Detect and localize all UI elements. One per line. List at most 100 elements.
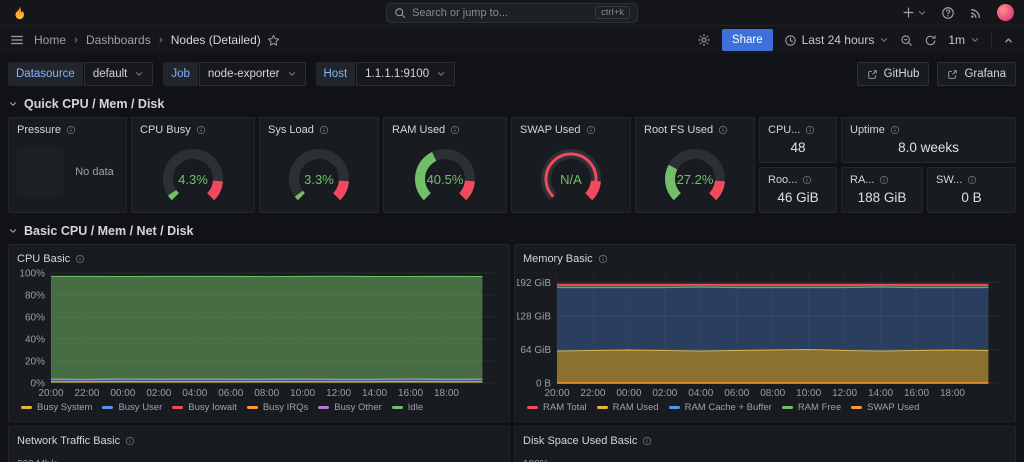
info-icon[interactable] xyxy=(586,125,596,135)
stat-value: 48 xyxy=(760,138,836,162)
search-input[interactable]: Search or jump to... ctrl+k xyxy=(386,3,638,23)
legend-item[interactable]: RAM Free xyxy=(782,402,841,413)
panel-title[interactable]: SW... xyxy=(936,174,962,186)
dashboard-settings-gear-icon[interactable] xyxy=(697,33,711,47)
memory-basic-plot-area[interactable]: 0 B64 GiB128 GiB192 GiB20:0022:0000:0002… xyxy=(517,267,1013,399)
info-icon[interactable] xyxy=(718,125,728,135)
user-avatar[interactable] xyxy=(997,4,1014,21)
section-header-basic[interactable]: Basic CPU / Mem / Net / Disk xyxy=(8,222,1016,240)
svg-text:N/A: N/A xyxy=(560,172,582,187)
info-icon[interactable] xyxy=(642,436,652,446)
svg-text:04:00: 04:00 xyxy=(688,388,713,399)
legend-item[interactable]: RAM Total xyxy=(527,402,587,413)
panel-network-traffic-basic: Network Traffic Basic 200 Mb/s xyxy=(8,426,510,462)
info-icon[interactable] xyxy=(75,254,85,264)
info-icon[interactable] xyxy=(967,175,977,185)
svg-text:02:00: 02:00 xyxy=(146,388,171,399)
section-header-quick[interactable]: Quick CPU / Mem / Disk xyxy=(8,95,1016,113)
svg-text:16:00: 16:00 xyxy=(904,388,929,399)
info-icon[interactable] xyxy=(879,175,889,185)
legend-item[interactable]: Busy User xyxy=(102,402,162,413)
legend-item[interactable]: RAM Used xyxy=(597,402,659,413)
svg-text:12:00: 12:00 xyxy=(832,388,857,399)
legend-item[interactable]: Busy Other xyxy=(318,402,382,413)
variable-job-value[interactable]: node-exporter xyxy=(199,62,306,86)
sys-load-gauge: 3.3% xyxy=(269,143,369,207)
svg-text:04:00: 04:00 xyxy=(182,388,207,399)
search-placeholder: Search or jump to... xyxy=(412,7,508,19)
panel-stat-cpu-cores: CPU... 48 xyxy=(759,117,837,163)
variable-host-value[interactable]: 1.1.1.1:9100 xyxy=(356,62,455,86)
variable-host-label[interactable]: Host xyxy=(316,62,356,86)
svg-text:100%: 100% xyxy=(19,269,45,280)
panel-title[interactable]: CPU... xyxy=(768,124,800,136)
info-icon[interactable] xyxy=(66,125,76,135)
svg-text:18:00: 18:00 xyxy=(940,388,965,399)
info-icon[interactable] xyxy=(450,125,460,135)
panel-title[interactable]: Sys Load xyxy=(268,124,314,136)
legend-series-marker xyxy=(669,406,680,409)
section-quick-title: Quick CPU / Mem / Disk xyxy=(24,97,164,111)
info-icon[interactable] xyxy=(196,125,206,135)
info-icon[interactable] xyxy=(125,436,135,446)
variable-job-label[interactable]: Job xyxy=(163,62,198,86)
panel-title[interactable]: RA... xyxy=(850,174,874,186)
menu-toggle-icon[interactable] xyxy=(10,33,24,47)
panel-gauge-root-fs-used: Root FS Used 27.2% xyxy=(635,117,755,213)
grafana-logo-icon[interactable] xyxy=(10,4,28,22)
legend-item[interactable]: Idle xyxy=(392,402,423,413)
new-menu-button[interactable] xyxy=(902,6,927,19)
variable-datasource-label[interactable]: Datasource xyxy=(8,62,83,86)
svg-text:16:00: 16:00 xyxy=(398,388,423,399)
panel-title[interactable]: RAM Used xyxy=(392,124,445,136)
help-button[interactable] xyxy=(941,6,955,20)
panel-title[interactable]: Pressure xyxy=(17,124,61,136)
info-icon[interactable] xyxy=(890,125,900,135)
legend-item[interactable]: Busy System xyxy=(21,402,92,413)
panel-title[interactable]: Roo... xyxy=(768,174,797,186)
svg-text:22:00: 22:00 xyxy=(74,388,99,399)
collapse-toolbar-chevron-up-icon[interactable] xyxy=(1003,35,1014,46)
panel-title[interactable]: SWAP Used xyxy=(520,124,581,136)
chevron-down-icon xyxy=(970,35,980,45)
refresh-icon[interactable] xyxy=(924,34,937,47)
cpu-basic-plot-area[interactable]: 0%20%40%60%80%100%20:0022:0000:0002:0004… xyxy=(11,267,507,399)
legend-series-marker xyxy=(318,406,329,409)
legend-item[interactable]: RAM Cache + Buffer xyxy=(669,402,772,413)
info-icon[interactable] xyxy=(802,175,812,185)
toolbar-divider xyxy=(991,33,992,47)
legend-series-name: Idle xyxy=(408,402,423,413)
legend-item[interactable]: Busy IRQs xyxy=(247,402,308,413)
legend-series-marker xyxy=(527,406,538,409)
news-button[interactable] xyxy=(969,6,983,20)
zoom-out-time-icon[interactable] xyxy=(900,34,913,47)
legend-item[interactable]: Busy Iowait xyxy=(172,402,237,413)
share-button[interactable]: Share xyxy=(722,29,773,51)
info-icon[interactable] xyxy=(805,125,815,135)
svg-text:3.3%: 3.3% xyxy=(304,172,334,187)
info-icon[interactable] xyxy=(319,125,329,135)
variable-datasource-value[interactable]: default xyxy=(84,62,154,86)
svg-text:20%: 20% xyxy=(25,357,45,368)
link-grafana-button[interactable]: Grafana xyxy=(937,62,1016,86)
panel-title[interactable]: Root FS Used xyxy=(644,124,713,136)
svg-text:06:00: 06:00 xyxy=(724,388,749,399)
panel-title[interactable]: Disk Space Used Basic xyxy=(523,435,637,447)
svg-text:00:00: 00:00 xyxy=(616,388,641,399)
panel-title[interactable]: CPU Basic xyxy=(17,253,70,265)
link-github-button[interactable]: GitHub xyxy=(857,62,930,86)
breadcrumb-home[interactable]: Home xyxy=(34,33,66,47)
legend-item[interactable]: SWAP Used xyxy=(851,402,919,413)
svg-text:14:00: 14:00 xyxy=(362,388,387,399)
panel-title[interactable]: CPU Busy xyxy=(140,124,191,136)
info-icon[interactable] xyxy=(598,254,608,264)
refresh-interval-dropdown[interactable]: 1m xyxy=(948,33,980,47)
legend-series-marker xyxy=(247,406,258,409)
panel-title[interactable]: Uptime xyxy=(850,124,885,136)
panel-title[interactable]: Memory Basic xyxy=(523,253,593,265)
panel-title[interactable]: Network Traffic Basic xyxy=(17,435,120,447)
variable-datasource-selected: default xyxy=(93,68,128,80)
breadcrumb-dashboards[interactable]: Dashboards xyxy=(86,33,151,47)
time-range-picker[interactable]: Last 24 hours xyxy=(784,33,890,47)
favorite-star-icon[interactable] xyxy=(267,34,280,47)
